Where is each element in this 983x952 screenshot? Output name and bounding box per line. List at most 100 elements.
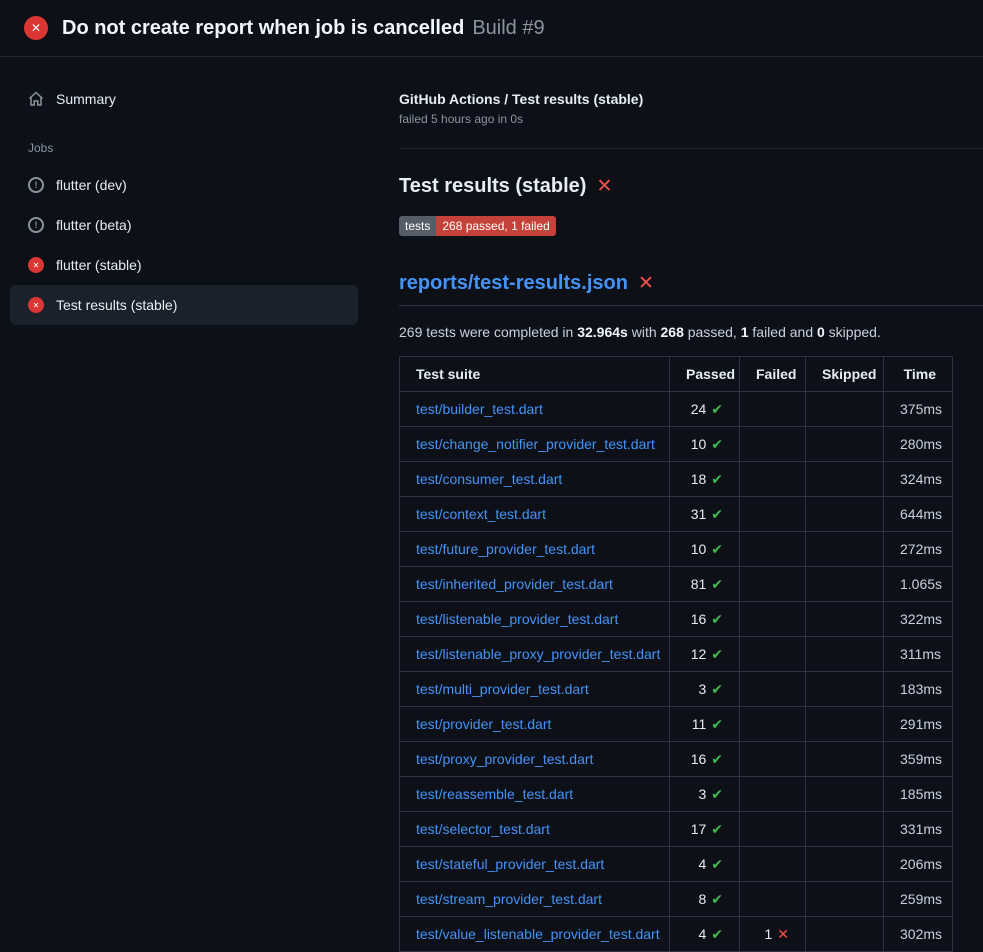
passed-cell: 18✔ <box>670 462 740 497</box>
sidebar-item-test-results-stable[interactable]: ✕ Test results (stable) <box>10 285 358 325</box>
failed-cell <box>740 672 806 707</box>
sidebar-item-label: flutter (dev) <box>56 177 127 193</box>
failed-cell <box>740 882 806 917</box>
sidebar-item-flutter-dev[interactable]: ! flutter (dev) <box>10 165 358 205</box>
test-suite-link[interactable]: test/consumer_test.dart <box>416 471 562 487</box>
jobs-section-label: Jobs <box>28 141 370 155</box>
summary-line: 269 tests were completed in 32.964s with… <box>399 324 983 340</box>
test-suite-link[interactable]: test/change_notifier_provider_test.dart <box>416 436 655 452</box>
passed-cell: 10✔ <box>670 532 740 567</box>
sidebar: Summary Jobs ! flutter (dev) ! flutter (… <box>0 57 370 325</box>
test-suite-link[interactable]: test/future_provider_test.dart <box>416 541 595 557</box>
passed-cell: 8✔ <box>670 882 740 917</box>
time-cell: 1.065s <box>884 567 953 602</box>
passed-cell: 81✔ <box>670 567 740 602</box>
check-icon: ✔ <box>711 751 723 767</box>
test-suite-link[interactable]: test/listenable_proxy_provider_test.dart <box>416 646 660 662</box>
skipped-cell <box>806 707 884 742</box>
time-cell: 272ms <box>884 532 953 567</box>
skipped-cell <box>806 882 884 917</box>
time-cell: 259ms <box>884 882 953 917</box>
sidebar-item-flutter-beta[interactable]: ! flutter (beta) <box>10 205 358 245</box>
sidebar-item-label: Test results (stable) <box>56 297 177 313</box>
test-suite-link[interactable]: test/reassemble_test.dart <box>416 786 573 802</box>
failed-x-icon: ✕ <box>638 274 654 293</box>
check-icon: ✔ <box>711 786 723 802</box>
results-table-body: test/builder_test.dart24✔375mstest/chang… <box>400 392 953 952</box>
skipped-cell <box>806 637 884 672</box>
failed-cell: 1✕ <box>740 917 806 952</box>
passed-cell: 17✔ <box>670 812 740 847</box>
passed-cell: 4✔ <box>670 847 740 882</box>
table-row: test/listenable_proxy_provider_test.dart… <box>400 637 953 672</box>
check-icon: ✔ <box>711 506 723 522</box>
failed-status-icon: ✕ <box>28 297 44 313</box>
failed-cell <box>740 742 806 777</box>
test-suite-link[interactable]: test/inherited_provider_test.dart <box>416 576 613 592</box>
build-header: ✕ Do not create report when job is cance… <box>0 0 983 57</box>
test-suite-link[interactable]: test/stream_provider_test.dart <box>416 891 602 907</box>
failed-cell <box>740 392 806 427</box>
failed-cell <box>740 812 806 847</box>
check-icon: ✔ <box>711 646 723 662</box>
home-icon <box>28 91 44 107</box>
passed-cell: 24✔ <box>670 392 740 427</box>
skipped-cell <box>806 777 884 812</box>
time-cell: 644ms <box>884 497 953 532</box>
test-suite-link[interactable]: test/selector_test.dart <box>416 821 550 837</box>
test-suite-link[interactable]: test/value_listenable_provider_test.dart <box>416 926 660 942</box>
time-cell: 359ms <box>884 742 953 777</box>
table-row: test/provider_test.dart 11✔ 291ms <box>400 707 953 742</box>
report-file-link[interactable]: reports/test-results.json <box>399 272 628 295</box>
table-row: test/context_test.dart 31✔ 644ms <box>400 497 953 532</box>
table-row: test/reassemble_test.dart3✔185ms <box>400 777 953 812</box>
sidebar-item-flutter-stable[interactable]: ✕ flutter (stable) <box>10 245 358 285</box>
time-cell: 291ms <box>884 707 953 742</box>
table-row: test/value_listenable_provider_test.dart… <box>400 917 953 952</box>
check-icon: ✔ <box>711 856 723 872</box>
skipped-cell <box>806 672 884 707</box>
tests-badge: tests 268 passed, 1 failed <box>399 216 556 236</box>
test-suite-link[interactable]: test/builder_test.dart <box>416 401 543 417</box>
badge-key: tests <box>399 216 436 236</box>
time-cell: 324ms <box>884 462 953 497</box>
failed-cell <box>740 497 806 532</box>
check-icon: ✔ <box>711 401 723 417</box>
check-icon: ✔ <box>711 541 723 557</box>
test-suite-link[interactable]: test/proxy_provider_test.dart <box>416 751 593 767</box>
test-suite-link[interactable]: test/provider_test.dart <box>416 716 551 732</box>
skipped-cell <box>806 567 884 602</box>
x-icon: ✕ <box>777 926 789 942</box>
sidebar-item-summary[interactable]: Summary <box>10 79 358 119</box>
check-icon: ✔ <box>711 891 723 907</box>
failed-status-icon: ✕ <box>28 257 44 273</box>
check-icon: ✔ <box>711 681 723 697</box>
test-suite-link[interactable]: test/multi_provider_test.dart <box>416 681 589 697</box>
failed-x-icon: ✕ <box>596 177 612 196</box>
time-cell: 280ms <box>884 427 953 462</box>
skipped-cell <box>806 602 884 637</box>
table-row: test/stateful_provider_test.dart 4✔ 206ms <box>400 847 953 882</box>
test-suite-link[interactable]: test/listenable_provider_test.dart <box>416 611 618 627</box>
check-icon: ✔ <box>711 926 723 942</box>
test-suite-link[interactable]: test/stateful_provider_test.dart <box>416 856 604 872</box>
skipped-cell <box>806 497 884 532</box>
passed-cell: 3✔ <box>670 777 740 812</box>
passed-cell: 10✔ <box>670 427 740 462</box>
passed-cell: 31✔ <box>670 497 740 532</box>
main-content: GitHub Actions / Test results (stable) f… <box>370 57 983 952</box>
column-header-time: Time <box>884 357 953 392</box>
table-row: test/consumer_test.dart 18✔ 324ms <box>400 462 953 497</box>
failed-cell <box>740 567 806 602</box>
passed-cell: 11✔ <box>670 707 740 742</box>
passed-cell: 12✔ <box>670 637 740 672</box>
skipped-cell <box>806 427 884 462</box>
skipped-cell <box>806 742 884 777</box>
test-suite-link[interactable]: test/context_test.dart <box>416 506 546 522</box>
failed-cell <box>740 777 806 812</box>
failed-cell <box>740 637 806 672</box>
time-cell: 206ms <box>884 847 953 882</box>
table-row: test/listenable_provider_test.dart16✔322… <box>400 602 953 637</box>
time-cell: 311ms <box>884 637 953 672</box>
check-icon: ✔ <box>711 576 723 592</box>
